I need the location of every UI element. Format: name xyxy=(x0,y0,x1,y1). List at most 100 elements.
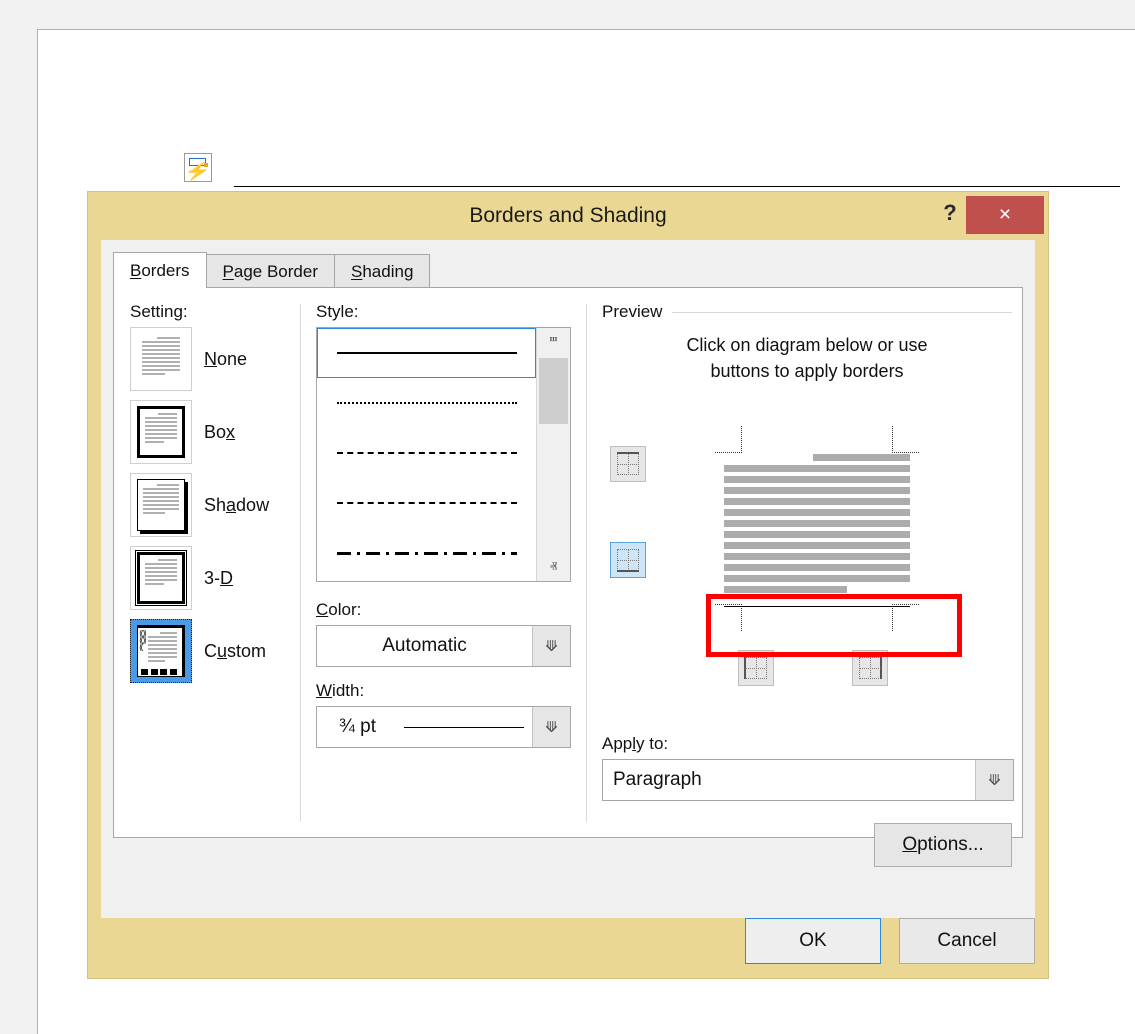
setting-thumb-3d[interactable] xyxy=(130,546,192,610)
right-border-icon xyxy=(859,657,882,680)
preview-diagram-area xyxy=(602,398,1012,728)
width-value-wrap: ¾ pt xyxy=(317,716,532,738)
setting-option-3d[interactable]: 3-D xyxy=(130,546,300,610)
setting-option-custom[interactable]: ⟪⟫⟪⟫⟪ Custom xyxy=(130,619,300,683)
preview-hint-line2: buttons to apply borders xyxy=(710,361,904,382)
document-paragraph-border xyxy=(234,186,1120,187)
preview-rule xyxy=(672,311,1012,313)
style-item-fine-dashed[interactable] xyxy=(317,428,536,478)
style-list[interactable]: ⱎ ⱏ xyxy=(316,327,571,582)
ok-button[interactable]: OK xyxy=(745,918,881,964)
tab-shading-label: hading xyxy=(362,261,414,281)
tab-page-border-accel: P xyxy=(222,261,234,281)
preview-group-header: Preview xyxy=(602,302,1012,322)
setting-thumb-box[interactable] xyxy=(130,400,192,464)
tab-page-border[interactable]: Page Border xyxy=(205,254,335,288)
dialog-footer: OK Cancel xyxy=(101,918,1035,964)
apply-to-value: Paragraph xyxy=(613,769,702,791)
width-label: Width: xyxy=(316,681,365,700)
setting-column: Setting: None Box Shadow 3-D ⟪⟫⟪⟫⟪ Custo… xyxy=(130,302,300,692)
style-scrollbar[interactable]: ⱎ ⱏ xyxy=(536,328,570,581)
tab-borders-label: orders xyxy=(141,260,190,280)
preview-hint-line1: Click on diagram below or use xyxy=(686,335,928,355)
preview-text-lines xyxy=(724,454,910,597)
style-item-dotted[interactable] xyxy=(317,378,536,428)
thumb-lines xyxy=(143,484,179,526)
color-dropdown[interactable]: Automatic ⟱ xyxy=(316,625,571,667)
style-item-dashed[interactable] xyxy=(317,478,536,528)
thumb-lines xyxy=(145,413,177,451)
apply-to-label: Apply to: xyxy=(602,734,669,754)
autocorrect-lightning-icon[interactable]: ⚡ xyxy=(184,153,212,182)
setting-thumb-custom[interactable]: ⟪⟫⟪⟫⟪ xyxy=(130,619,192,683)
preview-label: Preview xyxy=(602,302,663,321)
thumb-lines xyxy=(148,632,177,672)
divider-style-preview xyxy=(586,304,587,822)
dotted-line-glyph xyxy=(336,402,517,404)
style-item-solid[interactable] xyxy=(317,328,536,378)
borders-tab-panel: Setting: None Box Shadow 3-D ⟪⟫⟪⟫⟪ Custo… xyxy=(113,287,1023,868)
dashed-line-glyph xyxy=(336,502,517,504)
borders-and-shading-dialog: Borders and Shading ? × Borders Page Bor… xyxy=(88,192,1048,978)
setting-option-box[interactable]: Box xyxy=(130,400,300,464)
thumb-glyph-none xyxy=(137,333,185,385)
setting-label-shadow: Shadow xyxy=(204,494,270,515)
scroll-down-icon[interactable]: ⱏ xyxy=(537,553,570,581)
dash-dot-line-glyph xyxy=(336,551,517,555)
bottom-border-icon xyxy=(617,549,639,573)
left-border-icon xyxy=(744,657,767,680)
apply-to-dropdown[interactable]: Paragraph ⟱ xyxy=(602,759,1014,802)
width-line-sample xyxy=(403,726,524,728)
chevron-down-icon[interactable]: ⟱ xyxy=(532,626,570,666)
thumb-lines xyxy=(142,337,180,381)
dashed-border-glyph xyxy=(141,669,177,675)
tab-shading[interactable]: Shading xyxy=(334,254,431,288)
dialog-title: Borders and Shading xyxy=(469,204,667,227)
setting-label: Setting: xyxy=(130,302,188,321)
tab-shading-accel: S xyxy=(351,261,363,281)
setting-label-custom: Custom xyxy=(204,640,267,661)
setting-option-shadow[interactable]: Shadow xyxy=(130,473,300,537)
color-value: Automatic xyxy=(382,635,467,656)
top-border-icon xyxy=(617,452,639,476)
divider-setting-style xyxy=(300,304,301,822)
width-value: ¾ pt xyxy=(339,716,376,737)
scroll-up-icon[interactable]: ⱎ xyxy=(537,328,570,356)
setting-label-none: None xyxy=(204,348,248,369)
tab-strip: Borders Page Border Shading xyxy=(113,252,431,288)
color-label: Color: xyxy=(316,600,362,619)
setting-option-none[interactable]: None xyxy=(130,327,300,391)
chevron-down-icon[interactable]: ⟱ xyxy=(532,707,570,747)
thumb-glyph-3d xyxy=(135,550,187,606)
setting-label-3d: 3-D xyxy=(204,567,234,588)
dialog-body: Borders Page Border Shading Setting: Non… xyxy=(101,240,1035,918)
screen: ⚡ Borders and Shading ? × Borders Page B… xyxy=(0,0,1135,1034)
top-border-toggle[interactable] xyxy=(610,446,646,483)
dialog-title-bar: Borders and Shading ? × xyxy=(88,192,1048,240)
corner-guide-top-left xyxy=(715,426,742,454)
tab-borders[interactable]: Borders xyxy=(113,252,207,288)
preview-diagram[interactable] xyxy=(702,426,962,658)
spark-glyph xyxy=(204,163,208,167)
annotation-highlight-rect xyxy=(706,594,962,658)
scrollbar-thumb[interactable] xyxy=(539,358,568,424)
corner-guide-top-right xyxy=(892,426,919,454)
cancel-button[interactable]: Cancel xyxy=(899,918,1035,964)
style-column: Style: ⱎ ⱏ Color: Automatic ⟱ Width: ¾ p… xyxy=(316,302,574,748)
style-item-dash-dot[interactable] xyxy=(317,528,536,578)
thumb-glyph-box xyxy=(137,406,185,458)
setting-thumb-shadow[interactable] xyxy=(130,473,192,537)
chevron-down-icon[interactable]: ⟱ xyxy=(975,760,1013,801)
thumb-glyph-custom: ⟪⟫⟪⟫⟪ xyxy=(137,625,185,677)
help-icon[interactable]: ? xyxy=(936,198,964,228)
tab-borders-accel: B xyxy=(130,260,142,280)
setting-thumb-none[interactable] xyxy=(130,327,192,391)
close-icon[interactable]: × xyxy=(966,196,1044,234)
tab-page-border-label: age Border xyxy=(233,261,318,281)
solid-line-glyph xyxy=(336,352,517,354)
width-dropdown[interactable]: ¾ pt ⟱ xyxy=(316,706,571,748)
style-label: Style: xyxy=(316,302,359,321)
options-button[interactable]: Options... xyxy=(874,823,1012,868)
bottom-border-toggle[interactable] xyxy=(610,542,646,579)
fine-dashed-line-glyph xyxy=(336,452,517,454)
